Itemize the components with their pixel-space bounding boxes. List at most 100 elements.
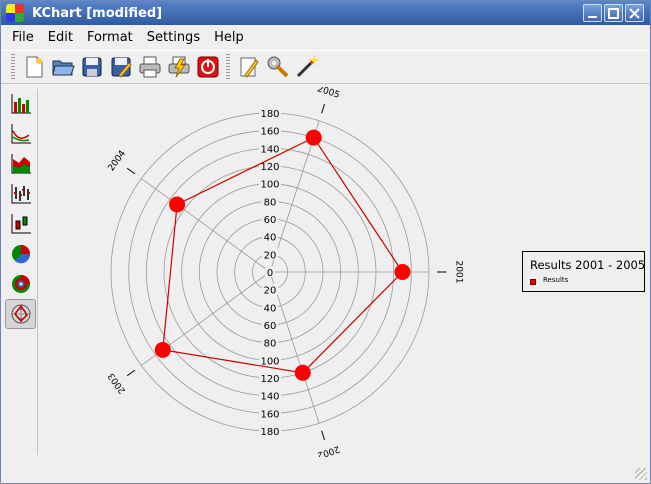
menu-settings[interactable]: Settings: [140, 30, 207, 45]
toolbar-grip[interactable]: [11, 54, 15, 80]
area-chart-icon: [11, 154, 31, 174]
polar-axis-tick-label: 180: [260, 427, 279, 438]
configure-button[interactable]: [263, 53, 292, 81]
legend-label-results: Results: [543, 276, 569, 284]
series-results-point: [394, 264, 411, 280]
maximize-icon: [608, 7, 619, 19]
menu-format-label: Format: [86, 29, 133, 45]
polar-axis-tick-label: 120: [260, 162, 279, 173]
polar-axis-tick-label: 120: [260, 374, 279, 385]
polar-category-label: 2002: [316, 443, 341, 457]
polar-axis-tick-label: 140: [260, 144, 279, 155]
edit-data-button[interactable]: [234, 53, 263, 81]
box-whisker-chart-icon: [11, 214, 31, 234]
menu-bar: File Edit Format Settings Help: [1, 26, 650, 48]
sidebar-separator: [37, 89, 38, 455]
chart-type-sidebar: [5, 89, 37, 455]
new-button[interactable]: [19, 53, 48, 81]
polar-category-label: 2004: [107, 149, 129, 174]
polar-axis-tick-label: 160: [260, 409, 279, 420]
toolbar-grip-2[interactable]: [226, 54, 230, 80]
hilo-chart-icon: [11, 184, 31, 204]
print-icon: [139, 56, 160, 78]
edit-data-icon: [240, 57, 259, 78]
maximize-button[interactable]: [604, 4, 623, 22]
polar-category-label: 2003: [107, 371, 129, 395]
area-chart-button[interactable]: [5, 149, 36, 179]
series-results-point: [294, 364, 311, 381]
polar-axis-tick-label: 60: [264, 321, 277, 332]
open-folder-icon: [51, 60, 75, 76]
kchart-app-icon[interactable]: [6, 4, 24, 22]
new-document-icon: [26, 56, 42, 78]
save-as-button[interactable]: [106, 53, 135, 81]
minimize-button[interactable]: [583, 4, 602, 22]
legend-swatch-results: [530, 279, 536, 285]
print-button[interactable]: [135, 53, 164, 81]
box-whisker-chart-button[interactable]: [5, 209, 36, 239]
polar-axis-tick-label: 20: [264, 286, 277, 297]
menu-help[interactable]: Help: [207, 30, 251, 45]
polar-axis-tick-label: 160: [260, 127, 279, 138]
bar-chart-button[interactable]: [5, 89, 36, 119]
quit-icon: [197, 56, 218, 78]
close-button[interactable]: [625, 4, 644, 22]
polar-axis-tick-label: 180: [260, 109, 279, 120]
line-chart-button[interactable]: [5, 119, 36, 149]
polar-category-label: 2001: [454, 261, 464, 284]
polar-category-label: 2005: [316, 87, 341, 101]
polar-axis-tick-label: 60: [264, 215, 277, 226]
hilo-chart-button[interactable]: [5, 179, 36, 209]
polar-spoke-tick: [126, 369, 136, 377]
polar-spoke-tick: [321, 430, 326, 441]
menu-help-label: Help: [214, 29, 244, 45]
save-as-icon: [111, 57, 132, 78]
chart-legend[interactable]: Results 2001 - 2005 Results: [522, 251, 645, 292]
polar-spoke-tick: [321, 103, 326, 114]
polar-spoke-tick: [126, 167, 136, 175]
menu-edit-label: Edit: [47, 29, 73, 45]
pie-chart-icon: [11, 245, 30, 264]
wizard-button[interactable]: [292, 53, 321, 81]
print-preview-icon: [168, 56, 189, 78]
polar-spoke: [141, 178, 271, 273]
polar-axis-tick-label: 20: [264, 250, 277, 261]
legend-title: Results 2001 - 2005: [530, 258, 646, 272]
open-button[interactable]: [48, 53, 77, 81]
polar-axis-tick-label: 140: [260, 392, 279, 403]
polar-axis-tick-label: 40: [264, 233, 277, 244]
ring-chart-button[interactable]: [5, 269, 36, 299]
polar-axis-tick-label: 100: [260, 356, 279, 367]
print-preview-button[interactable]: [164, 53, 193, 81]
series-results-point: [305, 129, 322, 146]
menu-file[interactable]: File: [5, 30, 41, 45]
app-window: KChart [modified] File Edit Format Setti…: [0, 0, 651, 484]
polar-chart-button[interactable]: [5, 299, 36, 329]
wizard-icon: [296, 55, 319, 78]
main-toolbar: [1, 50, 650, 84]
window-controls: [583, 4, 644, 22]
series-results-point: [169, 196, 186, 213]
status-bar: [1, 459, 650, 483]
menu-format[interactable]: Format: [80, 30, 140, 45]
polar-axis-tick-label: 0: [267, 268, 273, 279]
configure-icon: [267, 56, 288, 78]
line-chart-icon: [11, 124, 31, 144]
resize-grip[interactable]: [635, 468, 647, 480]
minimize-icon: [588, 15, 597, 18]
save-icon: [82, 57, 101, 77]
polar-chart-icon: [11, 304, 30, 324]
bar-chart-icon: [11, 94, 31, 114]
quit-button[interactable]: [193, 53, 222, 81]
polar-axis-tick-label: 100: [260, 180, 279, 191]
menu-file-label: File: [12, 29, 34, 45]
window-title: KChart [modified]: [32, 5, 163, 21]
menu-edit[interactable]: Edit: [41, 30, 80, 45]
title-bar[interactable]: KChart [modified]: [1, 1, 650, 25]
ring-chart-icon: [11, 275, 30, 293]
pie-chart-button[interactable]: [5, 239, 36, 269]
close-icon: [629, 7, 640, 19]
series-results-line: [162, 136, 404, 374]
save-button[interactable]: [77, 53, 106, 81]
menu-settings-label: Settings: [146, 29, 201, 45]
